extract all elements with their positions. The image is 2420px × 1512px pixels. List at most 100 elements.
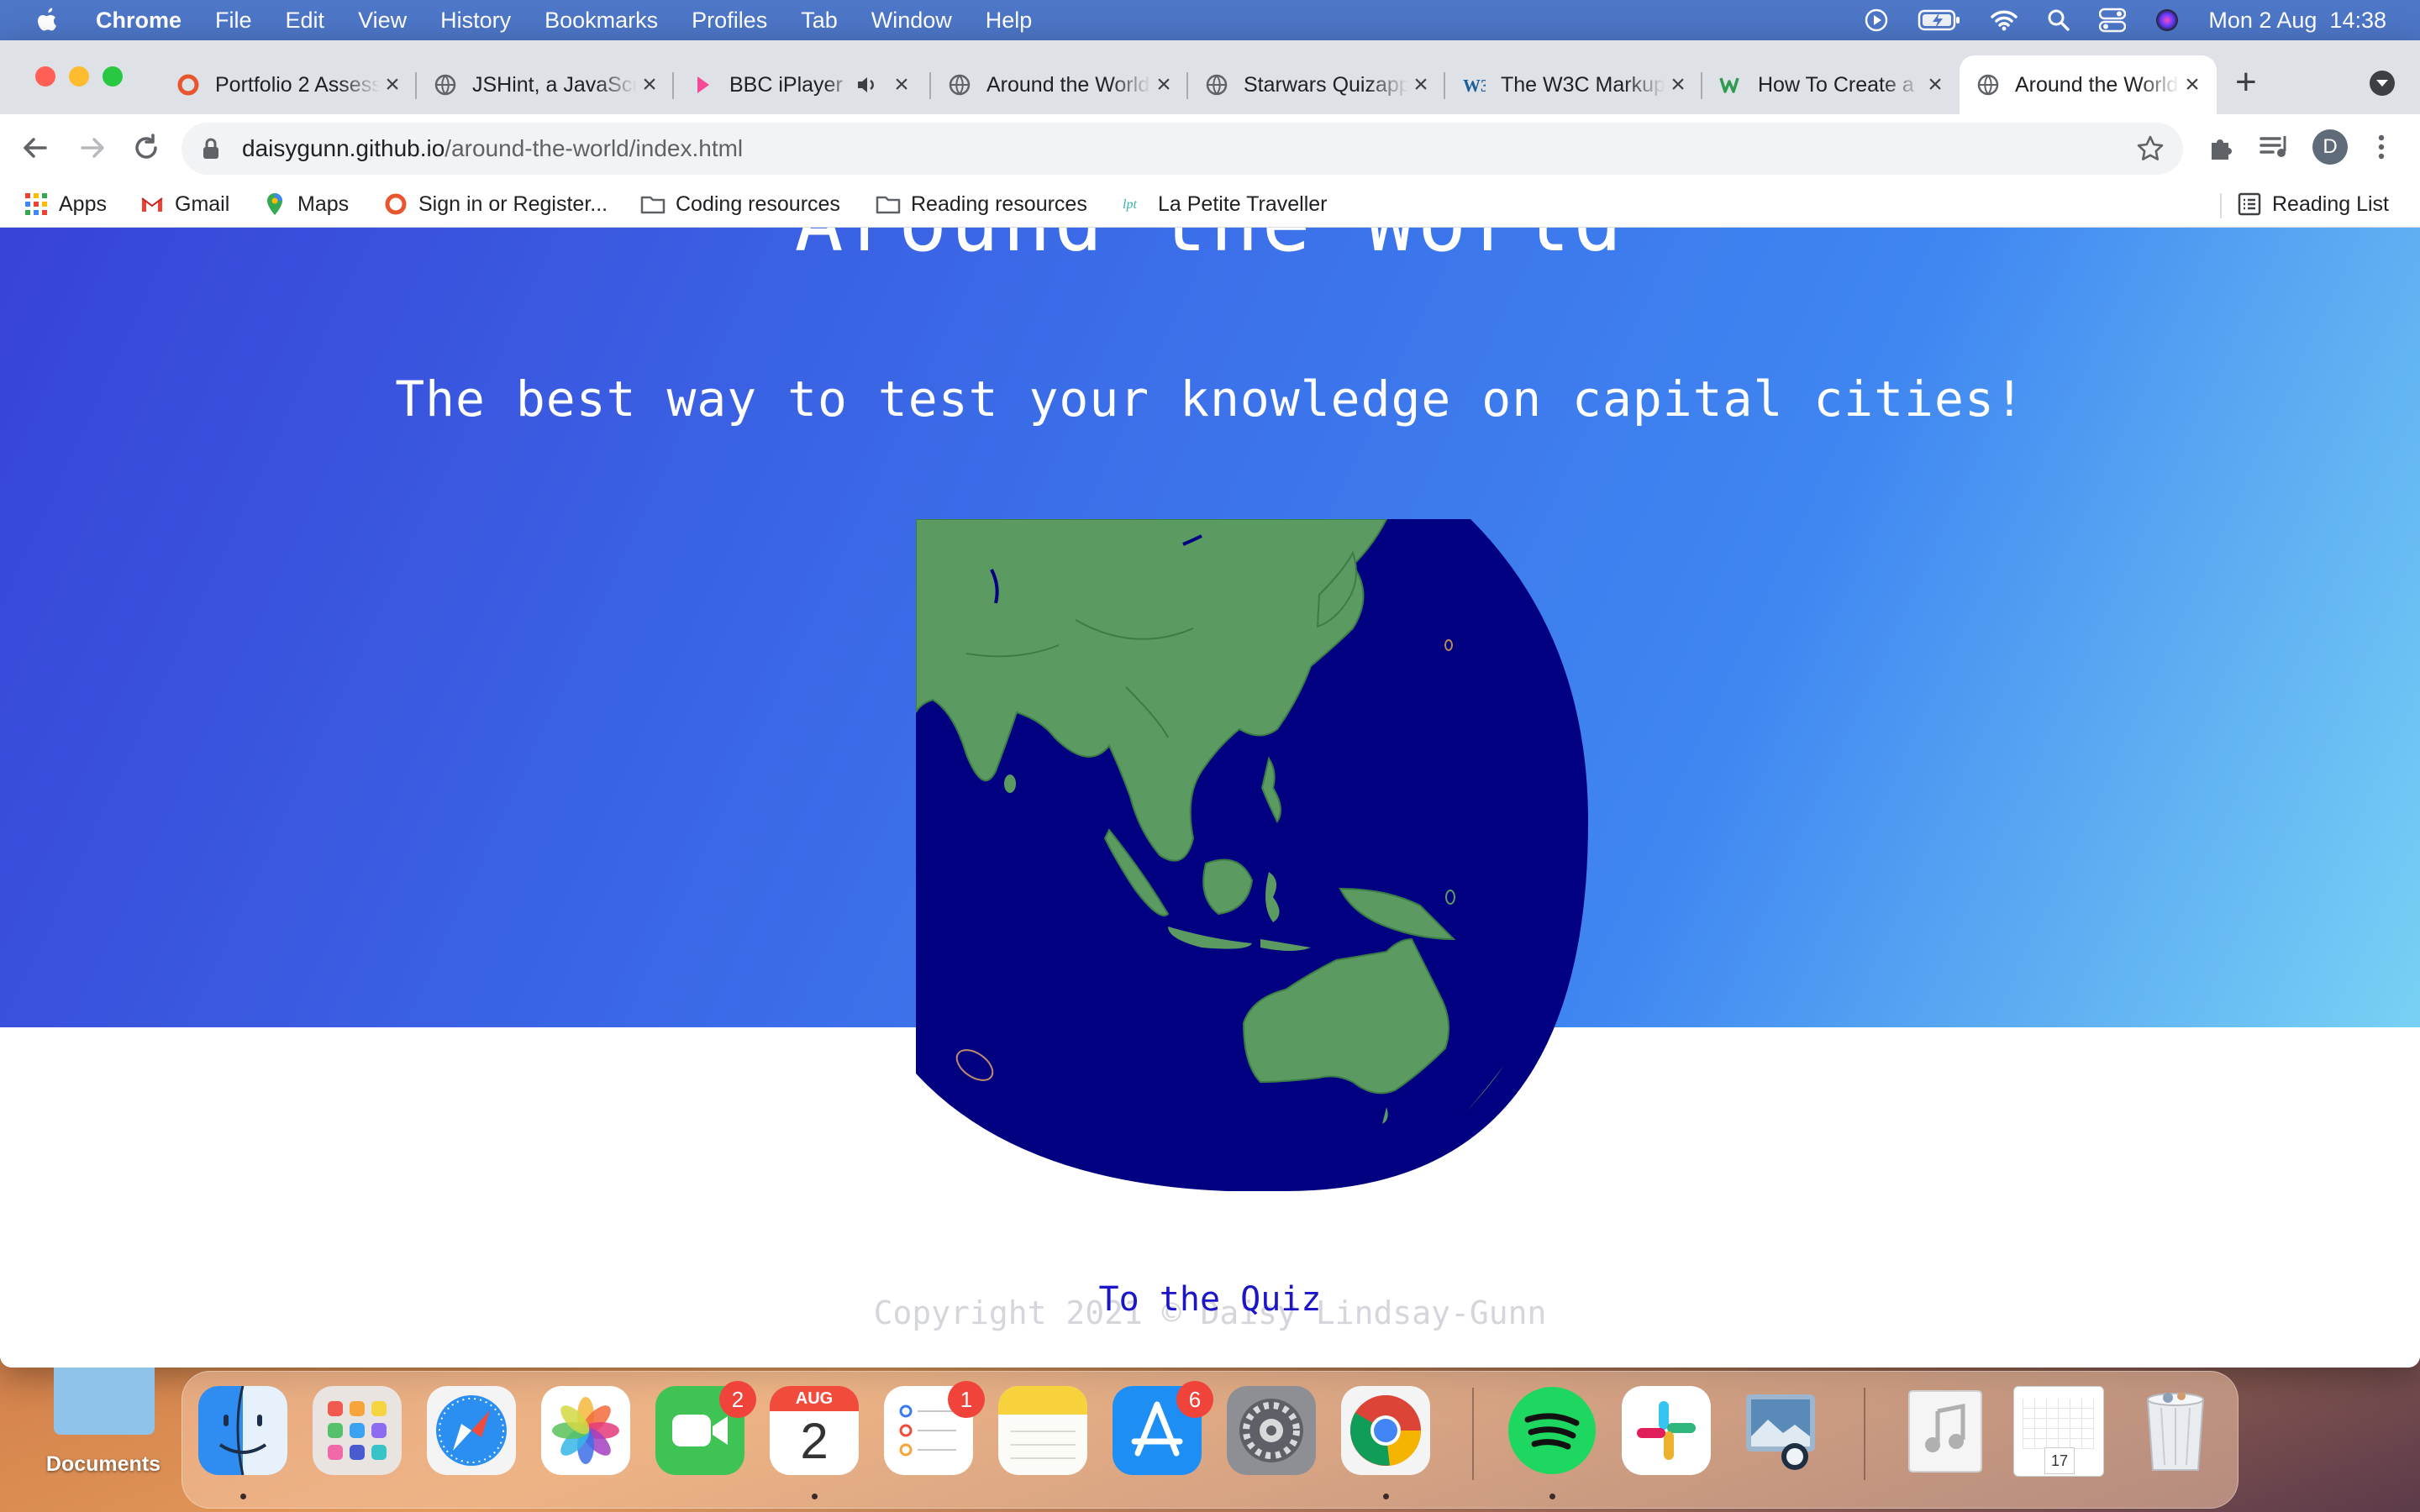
running-indicator [1549,1494,1555,1499]
bookmark-label: Sign in or Register... [418,192,608,216]
page-title: Around the World [0,228,2420,270]
menu-bookmarks[interactable]: Bookmarks [544,8,658,34]
media-queue-icon[interactable] [2259,131,2292,163]
more-menu-icon[interactable] [2371,131,2391,163]
bookmark-label: Gmail [175,192,230,216]
url-host: daisygunn.github.io [242,135,445,161]
tab-search-button[interactable] [2370,71,2395,96]
lock-icon[interactable] [202,137,220,160]
menu-profiles[interactable]: Profiles [692,8,767,34]
trash-icon[interactable] [2131,1386,2220,1475]
close-tab-icon[interactable]: × [1665,71,1691,99]
menu-tab[interactable]: Tab [801,8,838,34]
forward-icon[interactable] [76,131,109,165]
menu-view[interactable]: View [358,8,407,34]
tab-w3c-markup[interactable]: W3 The W3C Markup × [1445,55,1702,114]
bookmark-label: Coding resources [676,192,840,216]
bookmark-sign-in[interactable]: Sign in or Register... [383,192,608,217]
menu-edit[interactable]: Edit [286,8,325,34]
close-tab-icon[interactable]: × [1408,71,1434,99]
running-indicator [1383,1494,1389,1499]
photos-icon[interactable] [541,1386,630,1475]
safari-icon[interactable] [427,1386,516,1475]
close-tab-icon[interactable]: × [1923,71,1948,99]
now-playing-icon[interactable] [1864,8,1889,33]
close-tab-icon[interactable]: × [1151,71,1176,99]
close-tab-icon[interactable]: × [889,71,914,99]
menu-history[interactable]: History [440,8,511,34]
dock-separator [1864,1388,1865,1480]
spotify-icon[interactable] [1507,1386,1597,1475]
chrome-icon[interactable] [1341,1386,1430,1475]
wifi-icon[interactable] [1990,8,2018,32]
control-center-icon[interactable] [2099,8,2127,33]
globe-icon [1206,74,1228,96]
reading-list-button[interactable]: Reading List [2237,192,2389,217]
reading-list-icon [2238,192,2261,216]
w3c-icon: W3 [1463,76,1486,96]
menu-window[interactable]: Window [871,8,952,34]
tab-jshint[interactable]: JSHint, a JavaScript × [417,55,674,114]
new-tab-button[interactable]: + [2235,64,2257,101]
apple-icon[interactable] [35,7,59,34]
extensions-puzzle-icon[interactable] [2205,131,2237,163]
bookmark-folder-coding[interactable]: Coding resources [640,192,840,217]
tab-starwars-quiz[interactable]: Starwars Quizapp × [1188,55,1445,114]
battery-icon[interactable] [1918,8,1961,32]
slack-icon[interactable] [1622,1386,1711,1475]
document-day: 17 [2044,1447,2075,1474]
tab-how-to-create[interactable]: How To Create a × [1702,55,1960,114]
speaker-icon[interactable] [855,74,877,96]
minimize-window-button[interactable] [69,66,89,87]
to-the-quiz-link[interactable]: To the Quiz [0,1280,2420,1319]
bookmarks-separator [2220,193,2222,218]
bookmark-gmail[interactable]: Gmail [139,192,229,217]
globe-icon [949,74,971,96]
maps-pin-icon [267,193,282,215]
spotlight-search-icon[interactable] [2047,8,2070,32]
reminders-badge: 1 [948,1381,985,1418]
bookmark-la-petite-traveller[interactable]: lpt La Petite Traveller [1123,192,1328,217]
bookmark-label: Reading resources [911,192,1087,216]
dock-separator [1472,1388,1474,1480]
bookmark-folder-reading[interactable]: Reading resources [876,192,1087,217]
menu-bar: Chrome File Edit View History Bookmarks … [0,0,2420,40]
siri-icon[interactable] [2154,8,2180,33]
menu-file[interactable]: File [215,8,252,34]
menubar-clock[interactable]: Mon 2 Aug 14:38 [2208,8,2386,34]
recent-document-icon[interactable]: 17 [2013,1386,2104,1477]
calendar-icon[interactable]: AUG 2 [770,1386,859,1475]
bookmark-star-icon[interactable] [2136,134,2165,163]
finder-icon[interactable] [198,1386,287,1475]
app-store-badge: 6 [1176,1381,1213,1418]
bookmark-maps[interactable]: Maps [262,192,349,217]
close-tab-icon[interactable]: × [2180,71,2205,99]
url-path: /around-the-world/index.html [445,135,744,161]
bookmark-apps[interactable]: Apps [24,192,107,217]
close-window-button[interactable] [35,66,55,87]
address-bar[interactable]: daisygunn.github.io/around-the-world/ind… [182,123,2183,175]
documents-folder-icon[interactable] [54,1368,155,1435]
music-file-icon[interactable] [1901,1386,1990,1475]
tab-portfolio[interactable]: Portfolio 2 Assessment × [160,55,417,114]
back-icon[interactable] [18,131,52,165]
gmail-icon [141,197,163,212]
tab-around-the-world[interactable]: Around the World × [931,55,1188,114]
tab-label: The W3C Markup [1501,72,1665,97]
close-tab-icon[interactable]: × [637,71,662,99]
reload-icon[interactable] [129,131,163,165]
bookmark-label: Apps [59,192,107,216]
launchpad-icon[interactable] [313,1386,402,1475]
menu-app-name[interactable]: Chrome [96,8,182,34]
menu-help[interactable]: Help [986,8,1033,34]
fullscreen-window-button[interactable] [103,66,123,87]
documents-folder-label[interactable]: Documents [34,1452,173,1477]
profile-avatar[interactable]: D [2312,129,2348,165]
tab-bbc-iplayer[interactable]: BBC iPlayer × [674,55,931,114]
web-page: Around the World The best way to test yo… [0,228,2420,1368]
tab-around-the-world-active[interactable]: Around the World × [1960,55,2217,114]
preview-icon[interactable] [1736,1386,1825,1475]
notes-icon[interactable] [998,1386,1087,1475]
close-tab-icon[interactable]: × [380,71,405,99]
system-preferences-icon[interactable] [1227,1386,1316,1475]
